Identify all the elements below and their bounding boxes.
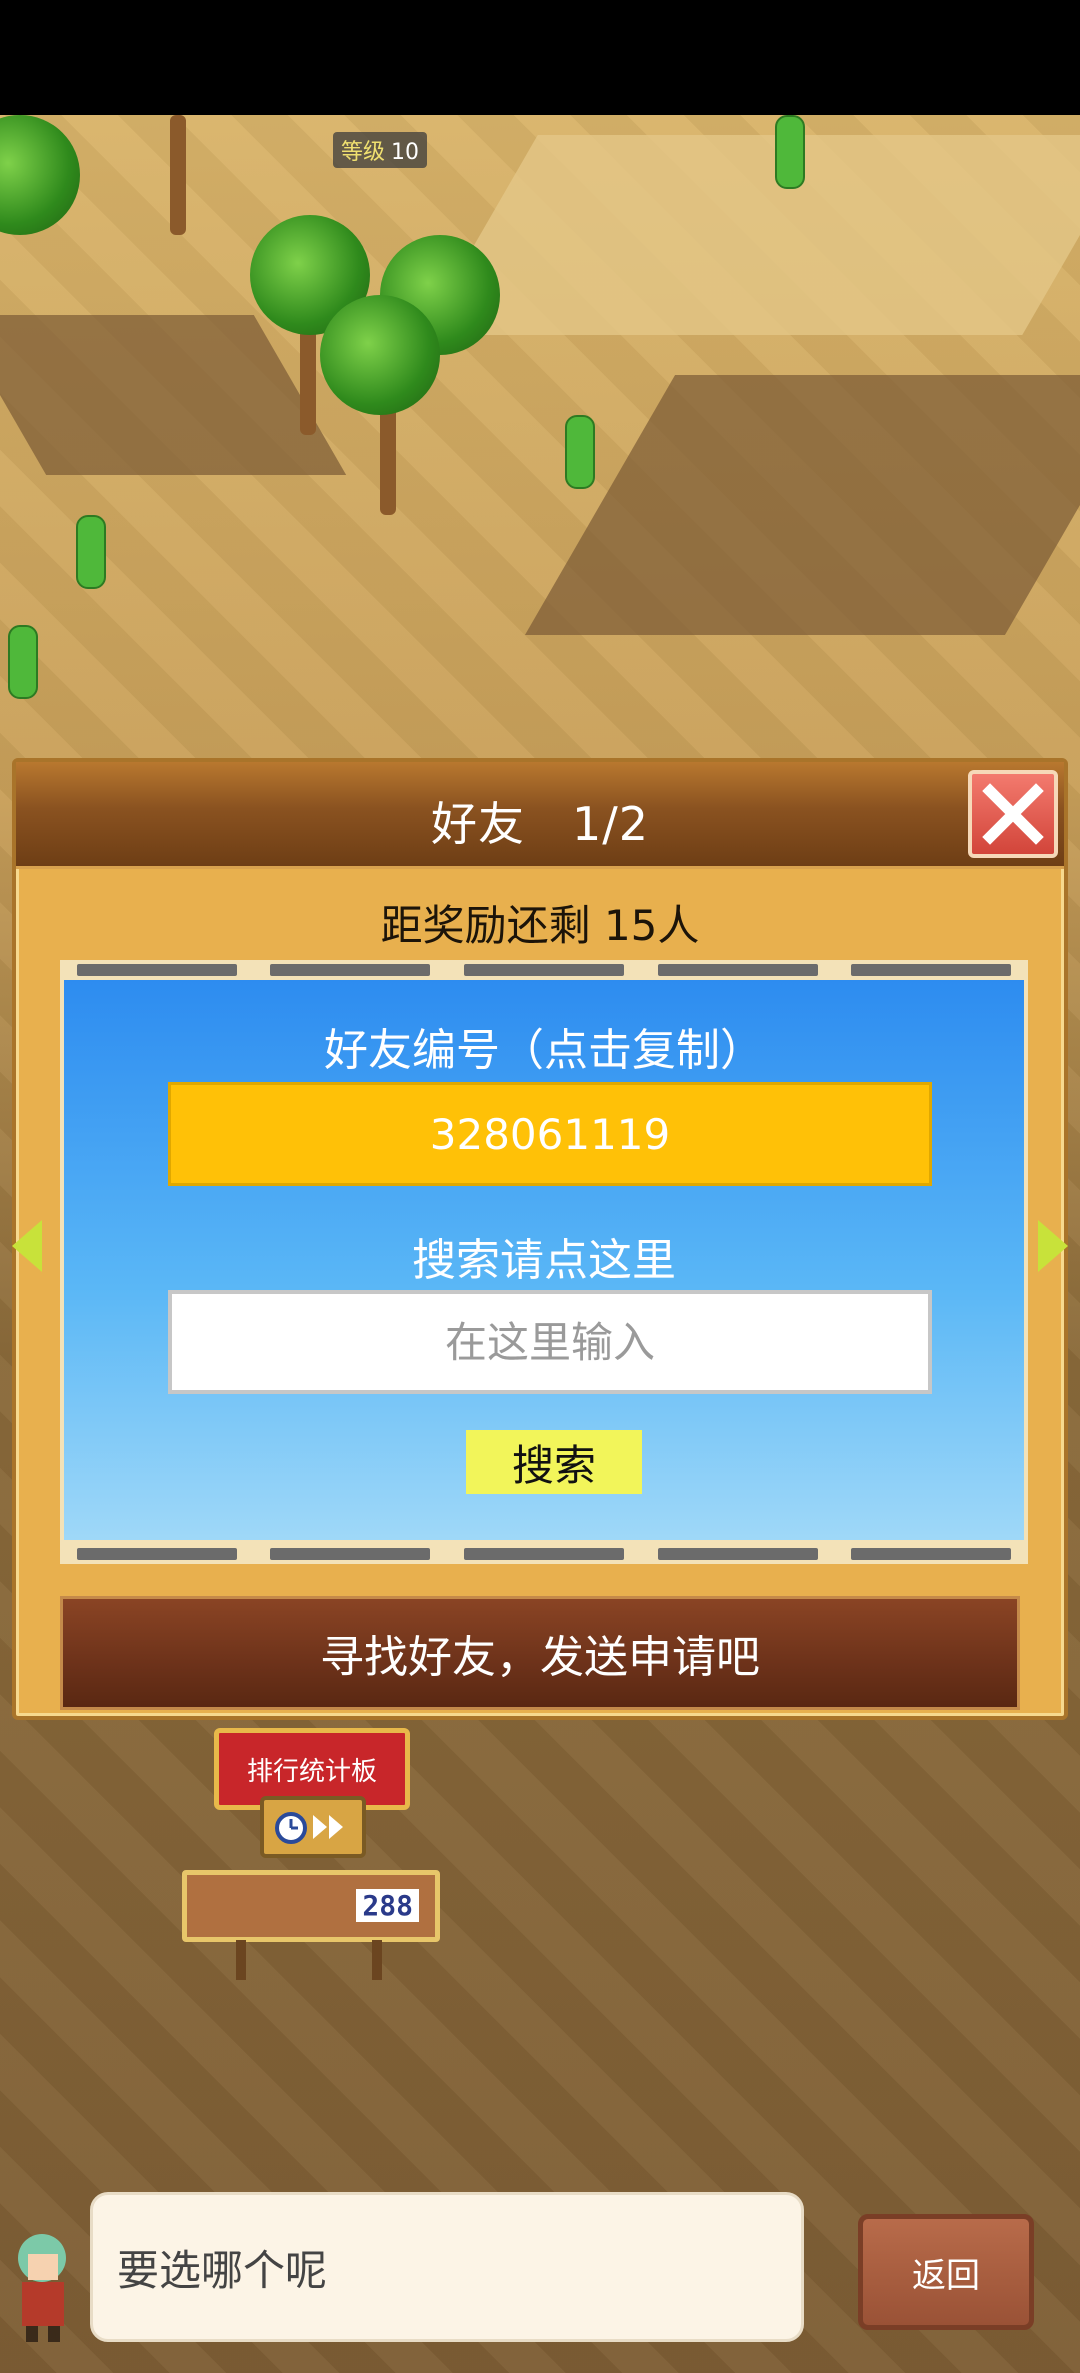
level-value: 10	[391, 140, 420, 165]
sand-patch	[422, 135, 1080, 335]
palm-tree	[0, 115, 80, 235]
level-label: 等级	[341, 140, 386, 165]
friends-dialog: 好友 1/2 距奖励还剩 15人 好友编号（点击复制） 328061119 搜索…	[12, 758, 1068, 1720]
dirt-patch	[0, 315, 347, 475]
cactus	[76, 515, 106, 589]
palm-trunk	[170, 115, 186, 235]
cactus	[565, 415, 595, 489]
cactus	[8, 625, 38, 699]
find-friends-button[interactable]: 寻找好友，发送申请吧	[60, 1596, 1020, 1710]
close-icon	[982, 783, 1044, 845]
search-label: 搜索请点这里	[412, 1235, 676, 1286]
fast-forward-timer-icon[interactable]	[260, 1796, 366, 1858]
dirt-patch	[524, 375, 1080, 635]
speech-text: 要选哪个呢	[117, 2245, 328, 2295]
panel-bottom-strip	[60, 1544, 1028, 1564]
friend-id-copy-button[interactable]: 328061119	[168, 1082, 932, 1186]
dialog-title: 好友 1/2	[430, 797, 650, 851]
back-button[interactable]: 返回	[858, 2214, 1034, 2330]
friend-panel: 好友编号（点击复制） 328061119 搜索请点这里 搜索	[60, 976, 1028, 1544]
search-input[interactable]	[168, 1290, 932, 1394]
friend-id-value: 328061119	[429, 1109, 671, 1159]
sign-post	[372, 1940, 382, 1980]
advisor-speech-bubble: 要选哪个呢	[90, 2192, 804, 2342]
palm-tree	[320, 295, 440, 415]
score-value: 288	[356, 1889, 419, 1922]
next-page-arrow-icon[interactable]	[1038, 1220, 1068, 1272]
status-bar	[0, 0, 1080, 115]
reward-remaining-text: 距奖励还剩 15人	[380, 901, 700, 950]
score-board: 288	[182, 1870, 440, 1942]
prev-page-arrow-icon[interactable]	[12, 1220, 42, 1272]
dialog-header: 好友 1/2	[16, 762, 1064, 869]
level-badge: 等级 10	[333, 132, 428, 168]
close-button[interactable]	[968, 770, 1058, 858]
friend-id-label: 好友编号（点击复制）	[324, 1025, 764, 1076]
cactus	[775, 115, 805, 189]
search-button[interactable]: 搜索	[466, 1430, 642, 1494]
sign-post	[236, 1940, 246, 1980]
advisor-avatar	[4, 2226, 84, 2344]
